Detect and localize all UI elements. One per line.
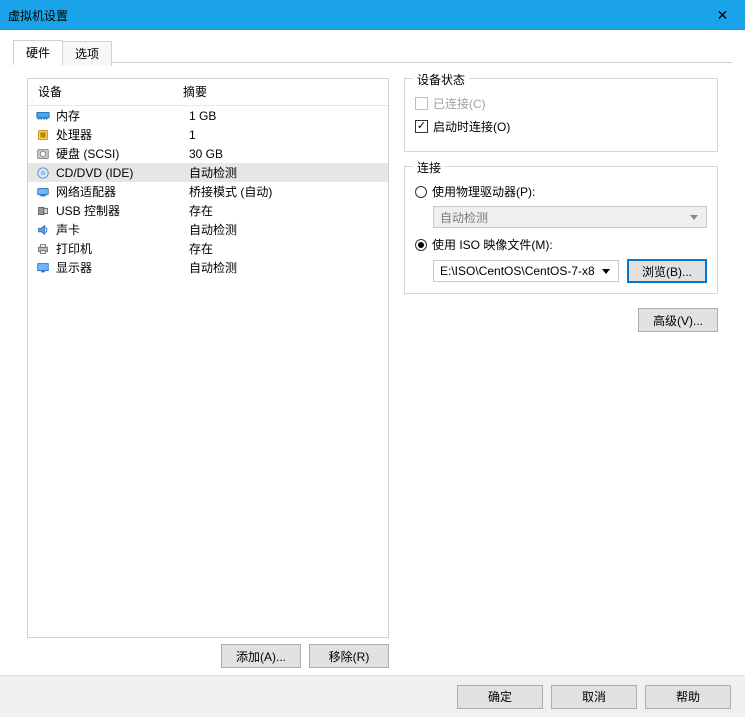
radio-iso-file[interactable]: 使用 ISO 映像文件(M): [415,236,707,253]
tab-options[interactable]: 选项 [63,41,112,66]
device-summary: 30 GB [189,147,388,161]
device-row-net[interactable]: 网络适配器桥接模式 (自动) [28,182,388,201]
checkbox-label: 已连接(C) [433,95,486,112]
tab-hardware[interactable]: 硬件 [13,40,63,65]
radio-icon[interactable] [415,186,427,198]
device-label: 处理器 [56,126,189,143]
advanced-row: 高级(V)... [404,308,718,332]
checkbox-icon [415,97,428,110]
device-label: USB 控制器 [56,202,189,219]
remove-button[interactable]: 移除(R) [309,644,389,668]
device-row-memory[interactable]: 内存1 GB [28,106,388,125]
disk-icon [34,146,52,162]
display-icon [34,260,52,276]
checkbox-icon[interactable] [415,120,428,133]
radio-icon[interactable] [415,239,427,251]
device-summary: 自动检测 [189,259,388,276]
device-row-cpu[interactable]: 处理器1 [28,125,388,144]
group-title-connection: 连接 [413,159,445,176]
iso-row: E:\ISO\CentOS\CentOS-7-x8 浏览(B)... [433,259,707,283]
radio-label: 使用物理驱动器(P): [432,183,535,200]
tab-strip: 硬件 选项 [13,40,112,65]
add-button[interactable]: 添加(A)... [221,644,301,668]
device-summary: 存在 [189,202,388,219]
checkbox-connected: 已连接(C) [415,95,707,112]
title-bar: 虚拟机设置 ✕ [0,0,745,30]
device-row-sound[interactable]: 声卡自动检测 [28,220,388,239]
device-label: CD/DVD (IDE) [56,166,189,180]
radio-physical-drive[interactable]: 使用物理驱动器(P): [415,183,707,200]
device-properties: 设备状态 已连接(C) 启动时连接(O) 连接 使用物理驱动器(P): 自动检测… [404,78,718,332]
browse-button[interactable]: 浏览(B)... [627,259,707,283]
usb-icon [34,203,52,219]
ok-button[interactable]: 确定 [457,685,543,709]
device-summary: 桥接模式 (自动) [189,183,388,200]
close-button[interactable]: ✕ [700,0,745,30]
radio-label: 使用 ISO 映像文件(M): [432,236,553,253]
iso-path-combo[interactable]: E:\ISO\CentOS\CentOS-7-x8 [433,260,619,282]
checkbox-connect-at-poweron[interactable]: 启动时连接(O) [415,118,707,135]
advanced-button[interactable]: 高级(V)... [638,308,718,332]
device-label: 声卡 [56,221,189,238]
device-label: 硬盘 (SCSI) [56,145,189,162]
memory-icon [34,108,52,124]
dialog-body: 硬件 选项 设备 摘要 内存1 GB处理器1硬盘 (SCSI)30 GBCD/D… [0,30,745,717]
col-device[interactable]: 设备 [28,83,183,100]
cddvd-icon [34,165,52,181]
device-label: 显示器 [56,259,189,276]
device-list: 设备 摘要 内存1 GB处理器1硬盘 (SCSI)30 GBCD/DVD (ID… [27,78,389,638]
device-list-header: 设备 摘要 [28,79,388,106]
device-summary: 自动检测 [189,221,388,238]
device-label: 内存 [56,107,189,124]
net-icon [34,184,52,200]
device-row-printer[interactable]: 打印机存在 [28,239,388,258]
help-button[interactable]: 帮助 [645,685,731,709]
cancel-button[interactable]: 取消 [551,685,637,709]
physical-drive-combo: 自动检测 [433,206,707,228]
combo-value: 自动检测 [440,209,488,226]
device-row-cddvd[interactable]: CD/DVD (IDE)自动检测 [28,163,388,182]
device-summary: 自动检测 [189,164,388,181]
group-connection: 连接 使用物理驱动器(P): 自动检测 使用 ISO 映像文件(M): E:\I… [404,166,718,294]
device-list-body: 内存1 GB处理器1硬盘 (SCSI)30 GBCD/DVD (IDE)自动检测… [28,106,388,277]
dialog-footer: 确定 取消 帮助 [0,675,745,717]
window-title: 虚拟机设置 [8,7,68,24]
device-list-buttons: 添加(A)... 移除(R) [27,644,389,668]
device-row-display[interactable]: 显示器自动检测 [28,258,388,277]
device-summary: 1 GB [189,109,388,123]
sound-icon [34,222,52,238]
device-row-disk[interactable]: 硬盘 (SCSI)30 GB [28,144,388,163]
col-summary[interactable]: 摘要 [183,83,388,100]
printer-icon [34,241,52,257]
group-device-status: 设备状态 已连接(C) 启动时连接(O) [404,78,718,152]
device-label: 网络适配器 [56,183,189,200]
cpu-icon [34,127,52,143]
group-title-status: 设备状态 [413,71,469,88]
device-summary: 1 [189,128,388,142]
combo-value: E:\ISO\CentOS\CentOS-7-x8 [440,264,595,278]
device-label: 打印机 [56,240,189,257]
device-summary: 存在 [189,240,388,257]
tab-underline [13,62,732,63]
device-row-usb[interactable]: USB 控制器存在 [28,201,388,220]
checkbox-label: 启动时连接(O) [433,118,510,135]
